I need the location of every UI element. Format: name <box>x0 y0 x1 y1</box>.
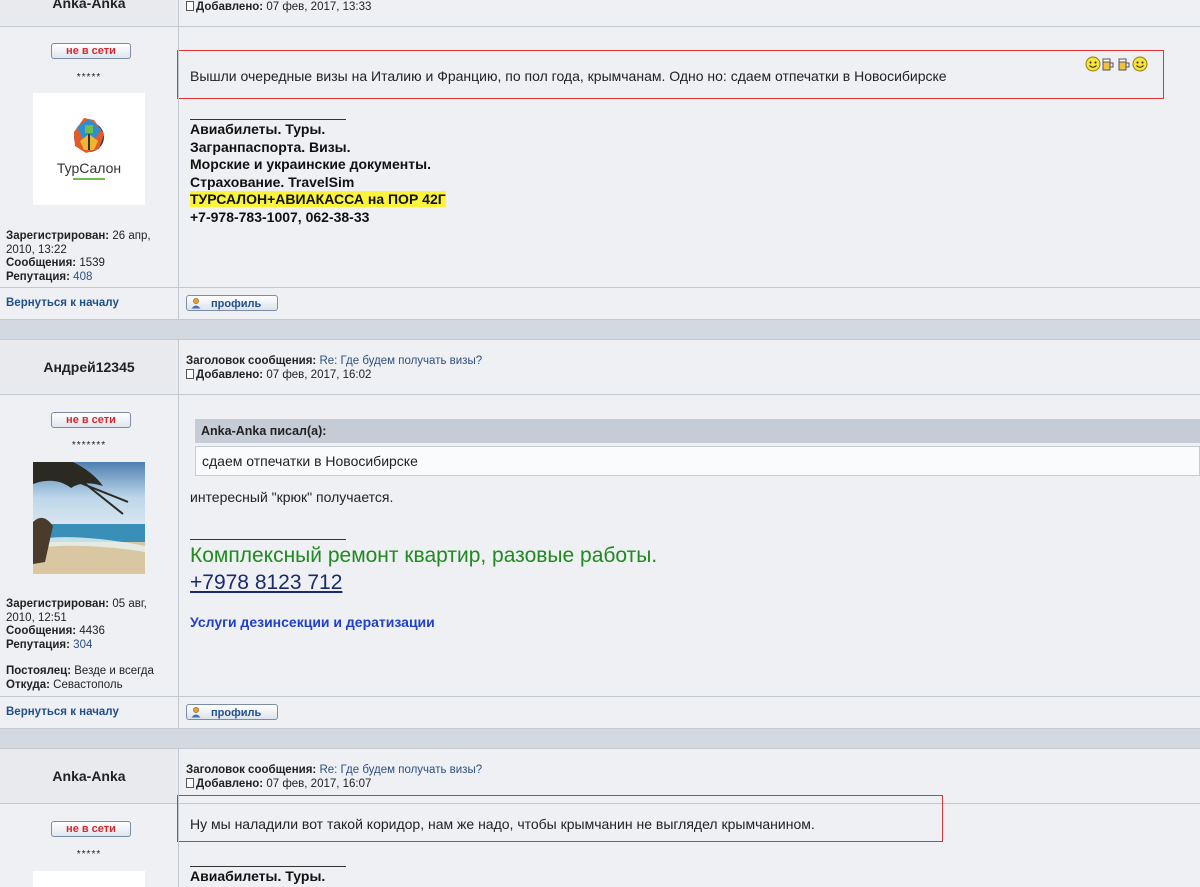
post1-author[interactable]: Anka-Anka <box>0 0 178 11</box>
smiley-icon <box>1132 56 1148 72</box>
back-to-top-link[interactable]: Вернуться к началу <box>6 706 119 718</box>
post2-avatar <box>33 462 145 574</box>
user-icon <box>191 298 201 309</box>
divider <box>0 26 1200 27</box>
post2-status-badge: не в сети <box>51 412 131 428</box>
post1-added: Добавлено: 07 фев, 2017, 13:33 <box>186 0 371 14</box>
column-divider <box>178 748 179 887</box>
column-divider <box>178 339 179 728</box>
post-separator <box>0 728 1200 749</box>
signature-divider <box>190 539 346 540</box>
divider <box>0 394 1200 395</box>
post-icon <box>186 1 194 11</box>
quote-header: Anka-Anka писал(а): <box>195 419 1200 443</box>
profile-button[interactable]: профиль <box>186 295 278 311</box>
post3-subject-link[interactable]: Re: Где будем получать визы? <box>319 764 482 776</box>
signature-divider <box>190 866 346 867</box>
post2-header: Заголовок сообщения: Re: Где будем получ… <box>186 355 483 381</box>
post2-subject-link[interactable]: Re: Где будем получать визы? <box>319 355 482 367</box>
post-icon <box>186 778 194 788</box>
post1-user-stats: Зарегистрирован: 26 апр, 2010, 13:22 Соо… <box>6 230 151 283</box>
post1-message: Вышли очередные визы на Италию и Францию… <box>190 68 947 84</box>
post2-author[interactable]: Андрей12345 <box>0 359 178 375</box>
post2-rank-stars: ******* <box>71 440 107 451</box>
post2-message: интересный "крюк" получается. <box>190 489 394 505</box>
quote-body: сдаем отпечатки в Новосибирске <box>195 446 1200 476</box>
post3-rank-stars: ***** <box>76 849 102 860</box>
svg-text:ТурСалон: ТурСалон <box>57 160 121 176</box>
beach-photo-icon <box>33 462 145 574</box>
post2-signature-text: Комплексный ремонт квартир, разовые рабо… <box>190 544 658 567</box>
post3-header: Заголовок сообщения: Re: Где будем получ… <box>186 764 483 790</box>
post2-signature-phone[interactable]: +7978 8123 712 <box>190 571 342 595</box>
divider <box>0 696 1200 697</box>
smiley-icon <box>1085 56 1101 72</box>
post3-author[interactable]: Anka-Anka <box>0 768 178 784</box>
user-icon <box>191 707 201 718</box>
tursalon-logo-icon: ТурСалон <box>33 93 145 205</box>
post3-avatar <box>33 871 145 887</box>
beer-mug-icon <box>1118 58 1130 71</box>
post1-status-badge: не в сети <box>51 43 131 59</box>
column-divider <box>178 0 179 319</box>
beer-mug-icon <box>1102 58 1114 71</box>
highlighted-address: ТУРСАЛОН+АВИАКАССА на ПОР 42Г <box>190 191 446 207</box>
post-separator <box>0 319 1200 340</box>
post1-avatar: ТурСалон <box>33 93 145 205</box>
back-to-top-link[interactable]: Вернуться к началу <box>6 297 119 309</box>
post2-signature-link[interactable]: Услуги дезинсекции и дератизации <box>190 614 435 630</box>
signature-divider <box>190 119 346 120</box>
post1-rank-stars: ***** <box>76 72 102 83</box>
profile-button[interactable]: профиль <box>186 704 278 720</box>
post1-signature: Авиабилеты. Туры. Загранпаспорта. Визы. … <box>190 121 446 225</box>
divider <box>0 287 1200 288</box>
post3-message: Ну мы наладили вот такой коридор, нам же… <box>190 816 815 832</box>
post3-status-badge: не в сети <box>51 821 131 837</box>
post-icon <box>186 369 194 379</box>
post2-user-stats: Зарегистрирован: 05 авг, 2010, 12:51 Соо… <box>6 598 154 691</box>
post3-signature: Авиабилеты. Туры. <box>190 868 326 884</box>
